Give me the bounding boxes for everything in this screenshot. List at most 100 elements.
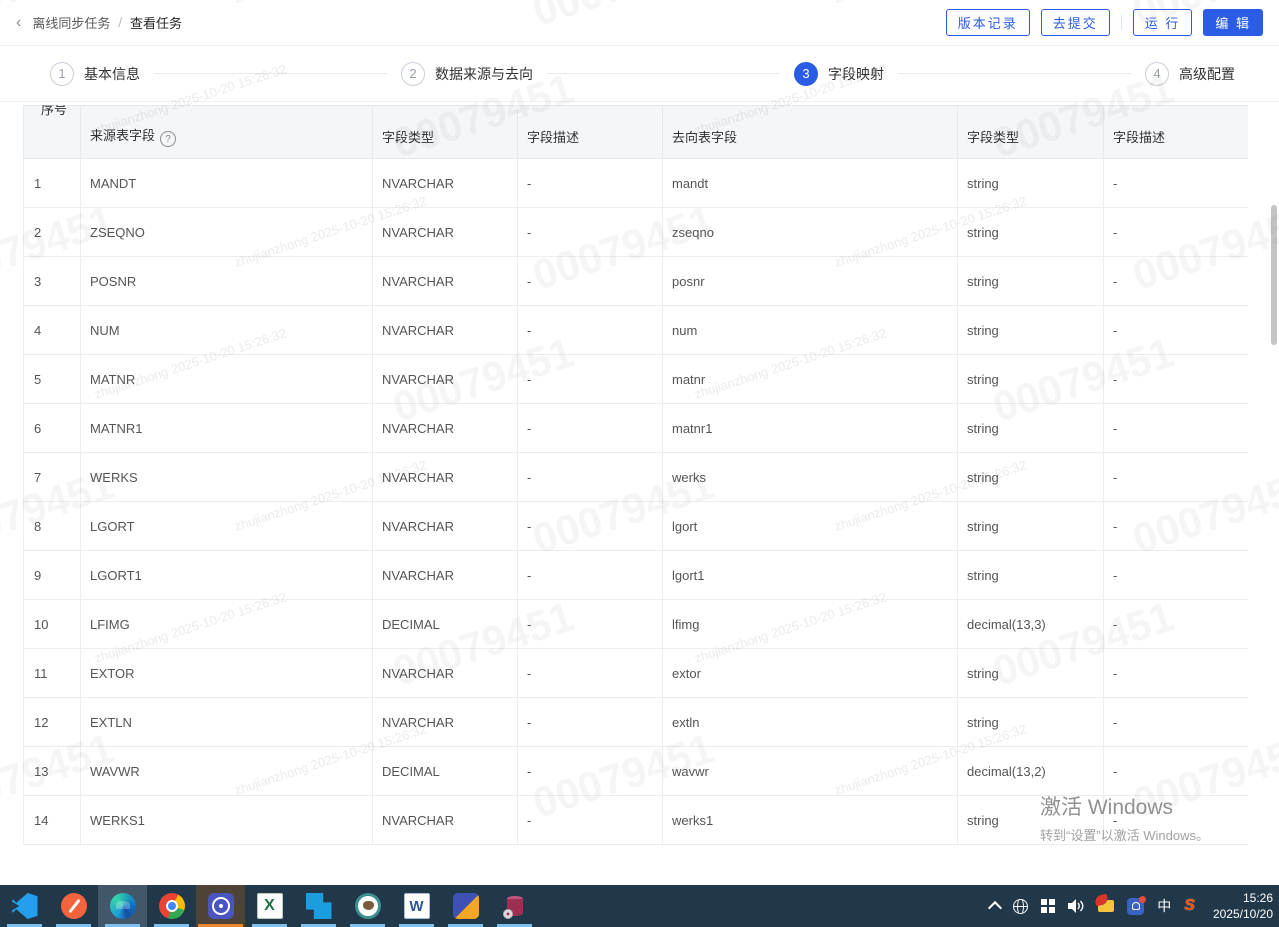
database-tool-icon[interactable] xyxy=(490,885,539,927)
table-row: 9 LGORT1 NVARCHAR - lgort1 string - xyxy=(23,550,1248,600)
seq-column-header: 序号 xyxy=(41,105,68,117)
seq-cell: 10 xyxy=(23,599,81,649)
windows-security-icon[interactable] xyxy=(1041,899,1056,913)
source-type-cell: NVARCHAR xyxy=(372,305,518,355)
source-field-cell: WERKS1 xyxy=(80,795,373,845)
source-field-cell: ZSEQNO xyxy=(80,207,373,257)
taskbar-clock[interactable]: 15:26 2025/10/20 xyxy=(1207,885,1279,927)
table-body: 1 MANDT NVARCHAR - mandt string - 2 ZSEQ… xyxy=(23,158,1248,845)
scrollbar-thumb[interactable] xyxy=(1271,205,1277,345)
target-type-cell: string xyxy=(957,158,1104,208)
table-row: 6 MATNR1 NVARCHAR - matnr1 string - xyxy=(23,403,1248,453)
target-field-cell: wavwr xyxy=(662,746,958,796)
hbuilder-icon[interactable] xyxy=(294,885,343,927)
step-source-target[interactable]: 2 数据来源与去向 xyxy=(401,61,533,86)
seq-cell: 1 xyxy=(23,158,81,208)
source-type-cell: NVARCHAR xyxy=(372,403,518,453)
edge-icon[interactable] xyxy=(98,885,147,927)
speaker-icon[interactable] xyxy=(1068,899,1085,913)
table-row: 1 MANDT NVARCHAR - mandt string - xyxy=(23,158,1248,208)
target-type-cell: string xyxy=(957,648,1104,698)
pen-app-icon[interactable] xyxy=(49,885,98,927)
step-4-circle: 4 xyxy=(1145,61,1169,86)
target-type-cell: string xyxy=(957,452,1104,502)
step-connector xyxy=(154,73,387,74)
vscode-icon[interactable] xyxy=(0,885,49,927)
target-field-cell: lfimg xyxy=(662,599,958,649)
word-icon[interactable] xyxy=(392,885,441,927)
foxmail-icon[interactable] xyxy=(1098,900,1115,912)
table-row: 2 ZSEQNO NVARCHAR - zseqno string - xyxy=(23,207,1248,257)
table-row: 14 WERKS1 NVARCHAR - werks1 string - xyxy=(23,795,1248,845)
step-connector xyxy=(898,73,1131,74)
edit-button[interactable]: 编 辑 xyxy=(1203,9,1263,36)
target-field-cell: zseqno xyxy=(662,207,958,257)
source-type-cell: NVARCHAR xyxy=(372,550,518,600)
notification-app-icon[interactable] xyxy=(1127,895,1147,915)
go-submit-button[interactable]: 去提交 xyxy=(1040,9,1110,36)
back-chevron-icon[interactable]: ‹ xyxy=(16,14,21,31)
table-row: 3 POSNR NVARCHAR - posnr string - xyxy=(23,256,1248,306)
source-desc-cell: - xyxy=(517,354,663,404)
target-desc-cell: - xyxy=(1103,158,1248,208)
sogou-input-icon[interactable]: S xyxy=(1184,897,1195,915)
target-field-cell: mandt xyxy=(662,158,958,208)
step-3-label: 字段映射 xyxy=(828,65,884,82)
run-button[interactable]: 运 行 xyxy=(1132,9,1193,36)
target-type-cell: string xyxy=(957,207,1104,257)
seq-cell: 12 xyxy=(23,697,81,747)
ime-indicator[interactable]: 中 xyxy=(1157,896,1171,916)
tray-chevron-up-icon[interactable] xyxy=(988,899,1003,916)
seq-cell: 2 xyxy=(23,207,81,257)
source-desc-cell: - xyxy=(517,207,663,257)
target-desc-cell: - xyxy=(1103,354,1248,404)
taskbar-pinned-apps xyxy=(0,885,539,927)
clock-time: 15:26 xyxy=(1242,890,1273,905)
source-type-cell: DECIMAL xyxy=(372,746,518,796)
excel-icon[interactable] xyxy=(245,885,294,927)
target-field-cell: lgort xyxy=(662,501,958,551)
button-divider xyxy=(1120,15,1122,30)
source-type-cell: NVARCHAR xyxy=(372,452,518,502)
step-advanced-config[interactable]: 4 高级配置 xyxy=(1145,61,1235,86)
source-desc-cell: - xyxy=(517,452,663,502)
table-row: 13 WAVWR DECIMAL - wavwr decimal(13,2) - xyxy=(23,746,1248,796)
seq-cell: 3 xyxy=(23,256,81,306)
source-desc-cell: - xyxy=(517,550,663,600)
step-2-circle: 2 xyxy=(401,61,425,86)
help-icon[interactable]: ? xyxy=(160,131,177,148)
version-history-button[interactable]: 版本记录 xyxy=(945,9,1030,36)
source-desc-cell: - xyxy=(517,501,663,551)
source-desc-cell: - xyxy=(517,158,663,208)
target-desc-cell: - xyxy=(1103,697,1248,747)
source-field-cell: LGORT xyxy=(80,501,373,551)
network-globe-icon[interactable] xyxy=(1013,898,1029,914)
breadcrumb-parent[interactable]: 离线同步任务 xyxy=(32,13,110,32)
table-row: 11 EXTOR NVARCHAR - extor string - xyxy=(23,648,1248,698)
source-field-cell: POSNR xyxy=(80,256,373,306)
chrome-icon[interactable] xyxy=(147,885,196,927)
table-row: 8 LGORT NVARCHAR - lgort string - xyxy=(23,501,1248,551)
target-desc-cell: - xyxy=(1103,501,1248,551)
chat-app-icon[interactable] xyxy=(196,885,245,927)
scrollbar-track[interactable] xyxy=(1269,0,1279,885)
step-4-label: 高级配置 xyxy=(1179,65,1235,82)
shield-app-icon[interactable] xyxy=(441,885,490,927)
breadcrumb-separator: / xyxy=(118,15,122,30)
target-desc-cell: - xyxy=(1103,550,1248,600)
seq-cell: 6 xyxy=(23,403,81,453)
target-type-cell: string xyxy=(957,697,1104,747)
target-type-cell: string xyxy=(957,550,1104,600)
step-basic-info[interactable]: 1 基本信息 xyxy=(50,61,140,86)
source-type-cell: NVARCHAR xyxy=(372,697,518,747)
step-field-mapping[interactable]: 3 字段映射 xyxy=(794,61,884,86)
target-desc-cell: - xyxy=(1103,648,1248,698)
table-header: 来源表字段? 字段类型 字段描述 去向表字段 字段类型 字段描述 xyxy=(23,105,1248,159)
target-desc-cell: - xyxy=(1103,452,1248,502)
seq-cell: 14 xyxy=(23,795,81,845)
dbeaver-icon[interactable] xyxy=(343,885,392,927)
source-type-cell: NVARCHAR xyxy=(372,501,518,551)
field-mapping-table: 来源表字段? 字段类型 字段描述 去向表字段 字段类型 字段描述 1 MANDT… xyxy=(23,105,1248,845)
target-field-header: 去向表字段 xyxy=(662,105,958,159)
seq-cell: 9 xyxy=(23,550,81,600)
